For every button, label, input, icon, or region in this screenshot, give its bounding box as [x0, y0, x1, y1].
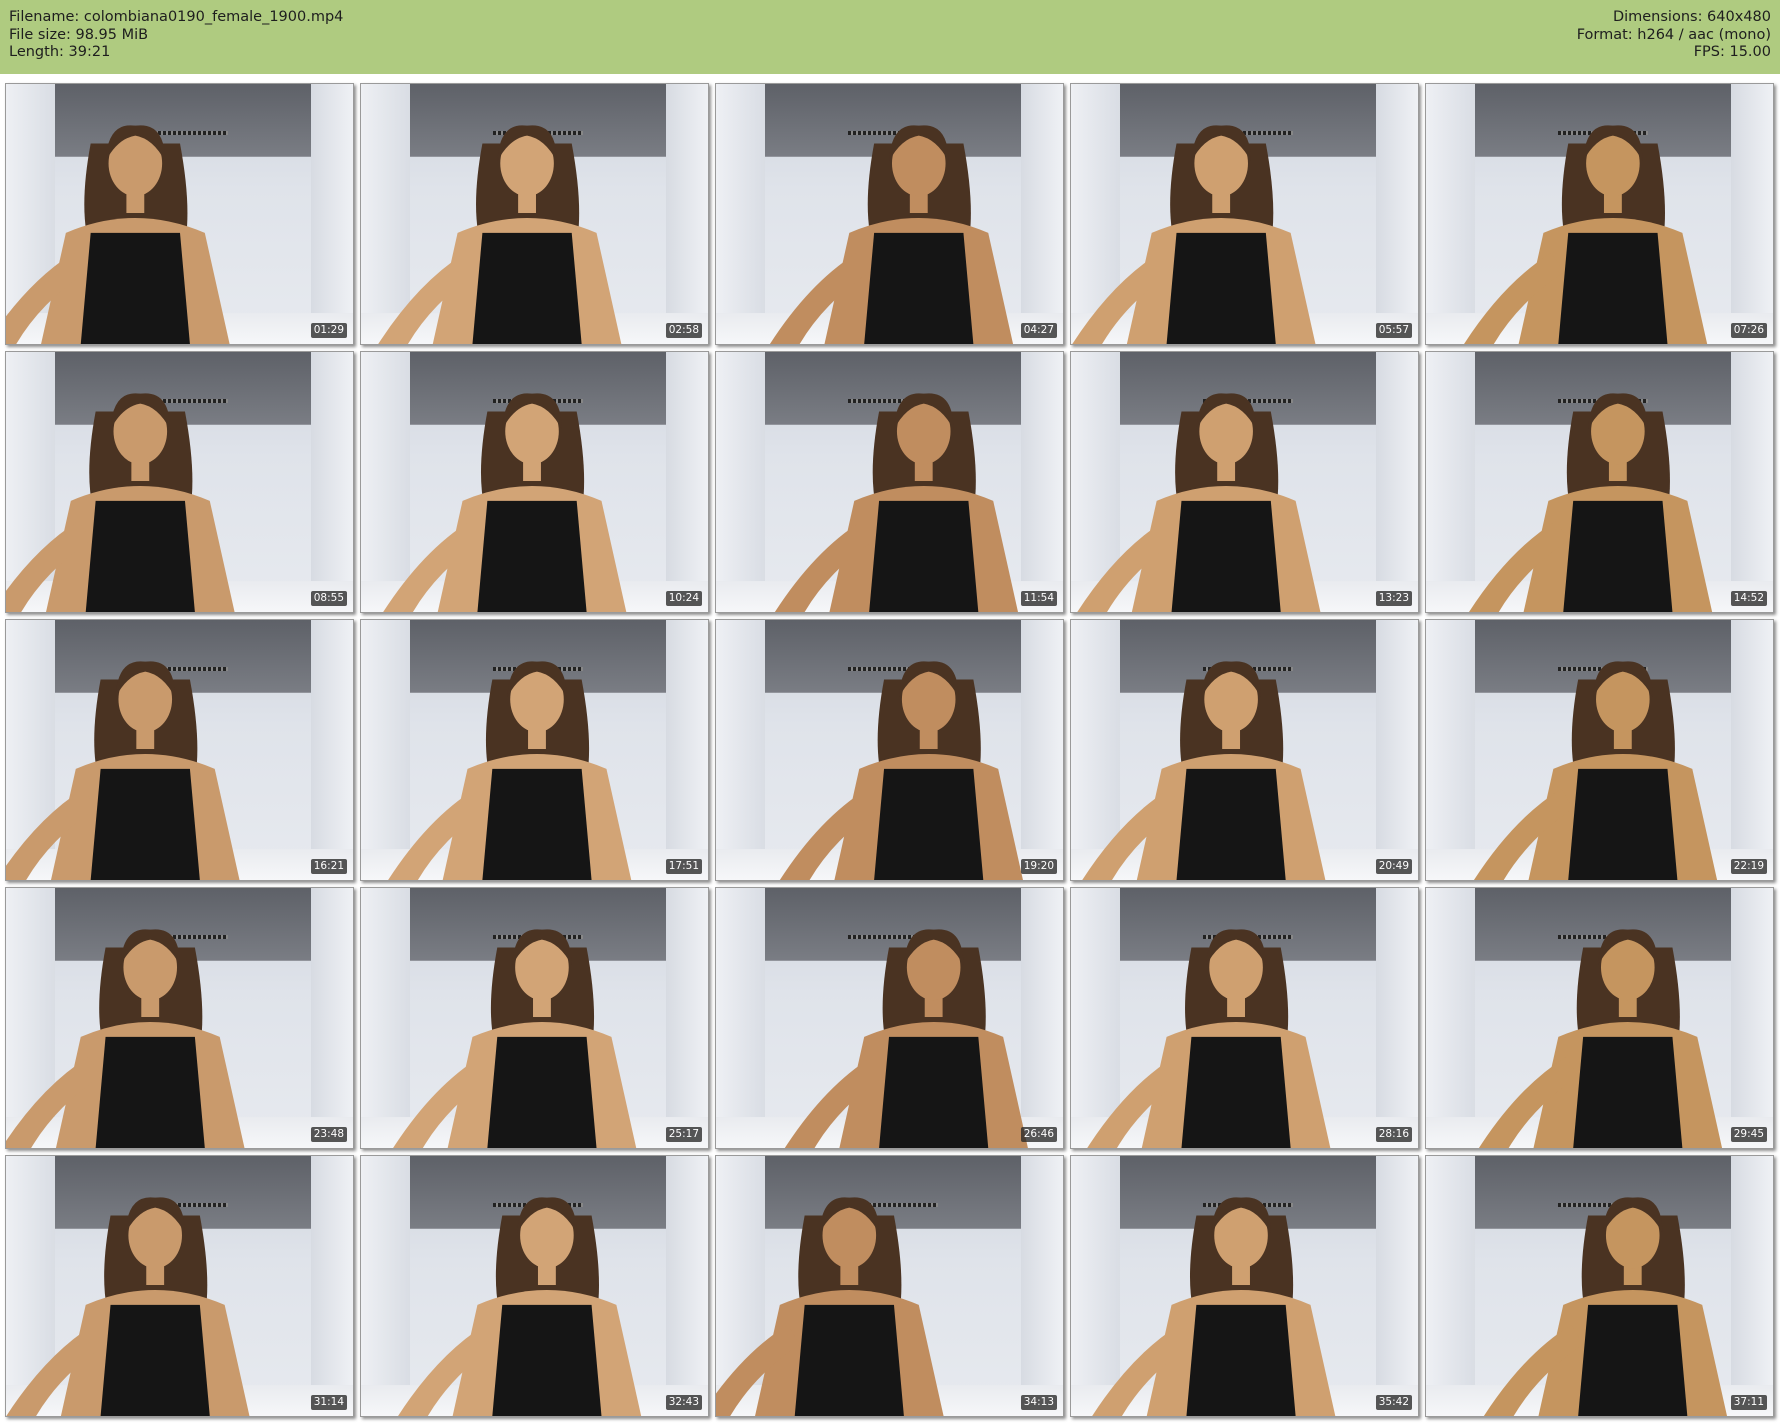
- timestamp-label: 07:26: [1730, 323, 1767, 338]
- thumbnail-frame: 31:14: [5, 1155, 354, 1417]
- thumbnail-frame: 11:54: [715, 351, 1064, 613]
- thumbnail-frame: 29:45: [1425, 887, 1774, 1149]
- figure-silhouette: [6, 125, 230, 344]
- metadata-header: Filename: colombiana0190_female_1900.mp4…: [0, 0, 1780, 74]
- figure-silhouette: [398, 1197, 642, 1416]
- thumbnail-frame: 19:20: [715, 619, 1064, 881]
- figure-silhouette: [388, 661, 632, 880]
- figure-silhouette: [6, 929, 245, 1148]
- figure-silhouette: [1072, 125, 1316, 344]
- thumbnail-frame: 17:51: [360, 619, 709, 881]
- thumbnail-frame: 22:19: [1425, 619, 1774, 881]
- figure-silhouette: [1464, 125, 1708, 344]
- thumbnail-frame: 26:46: [715, 887, 1064, 1149]
- metadata-left: Filename: colombiana0190_female_1900.mp4…: [9, 9, 343, 62]
- timestamp-label: 10:24: [665, 591, 702, 606]
- thumbnail-frame: 10:24: [360, 351, 709, 613]
- fps-text: FPS: 15.00: [1693, 44, 1771, 60]
- figure-silhouette: [393, 929, 637, 1148]
- figure-silhouette: [784, 929, 1028, 1148]
- figure-silhouette: [769, 125, 1014, 344]
- thumbnail-frame: 35:42: [1070, 1155, 1419, 1417]
- thumbnail-frame: 34:13: [715, 1155, 1064, 1417]
- thumbnail-frame: 01:29: [5, 83, 354, 345]
- thumbnail-frame: 04:27: [715, 83, 1064, 345]
- timestamp-label: 25:17: [665, 1127, 702, 1142]
- timestamp-label: 20:49: [1375, 859, 1412, 874]
- timestamp-label: 32:43: [665, 1395, 702, 1410]
- thumbnail-frame: 32:43: [360, 1155, 709, 1417]
- timestamp-label: 14:52: [1730, 591, 1767, 606]
- figure-silhouette: [1077, 393, 1321, 612]
- thumbnail-frame: 20:49: [1070, 619, 1419, 881]
- figure-silhouette: [6, 661, 240, 880]
- thumbnail-frame: 13:23: [1070, 351, 1419, 613]
- length-text: Length: 39:21: [9, 44, 111, 60]
- figure-silhouette: [6, 393, 235, 612]
- figure-silhouette: [1092, 1197, 1336, 1416]
- timestamp-label: 05:57: [1375, 323, 1412, 338]
- timestamp-label: 28:16: [1375, 1127, 1412, 1142]
- thumbnail-frame: 28:16: [1070, 887, 1419, 1149]
- filesize-text: File size: 98.95 MiB: [9, 26, 149, 43]
- timestamp-label: 34:13: [1020, 1395, 1057, 1410]
- figure-silhouette: [1478, 929, 1723, 1148]
- thumbnail-frame: 23:48: [5, 887, 354, 1149]
- figure-silhouette: [774, 393, 1019, 612]
- figure-silhouette: [1469, 393, 1713, 612]
- dimensions-text: Dimensions: 640x480: [1612, 9, 1771, 25]
- timestamp-label: 37:11: [1730, 1395, 1767, 1410]
- thumbnail-grid: 01:29 02:58 04:27 05:57 07:26 08:55 10:24 11:54…: [0, 74, 1780, 1423]
- thumbnail-frame: 05:57: [1070, 83, 1419, 345]
- timestamp-label: 35:42: [1375, 1395, 1412, 1410]
- figure-silhouette: [1087, 929, 1331, 1148]
- figure-silhouette: [6, 1197, 250, 1416]
- metadata-right: Dimensions: 640x480 Format: h264 / aac (…: [1577, 9, 1771, 62]
- figure-silhouette: [779, 661, 1023, 880]
- timestamp-label: 26:46: [1020, 1127, 1057, 1142]
- timestamp-label: 16:21: [310, 859, 347, 874]
- figure-silhouette: [1483, 1197, 1728, 1416]
- figure-silhouette: [378, 125, 622, 344]
- timestamp-label: 02:58: [665, 323, 702, 338]
- thumbnail-frame: 14:52: [1425, 351, 1774, 613]
- timestamp-label: 13:23: [1375, 591, 1412, 606]
- figure-silhouette: [1082, 661, 1326, 880]
- thumbnail-frame: 02:58: [360, 83, 709, 345]
- timestamp-label: 11:54: [1020, 591, 1057, 606]
- timestamp-label: 01:29: [310, 323, 347, 338]
- figure-silhouette: [383, 393, 627, 612]
- format-text: Format: h264 / aac (mono): [1576, 26, 1771, 43]
- timestamp-label: 23:48: [310, 1127, 347, 1142]
- timestamp-label: 08:55: [310, 591, 347, 606]
- timestamp-label: 19:20: [1020, 859, 1057, 874]
- timestamp-label: 17:51: [665, 859, 702, 874]
- thumbnail-frame: 08:55: [5, 351, 354, 613]
- timestamp-label: 31:14: [310, 1395, 347, 1410]
- thumbnail-frame: 37:11: [1425, 1155, 1774, 1417]
- thumbnail-frame: 16:21: [5, 619, 354, 881]
- filename-text: Filename: colombiana0190_female_1900.mp4: [9, 9, 344, 25]
- timestamp-label: 22:19: [1730, 859, 1767, 874]
- thumbnail-frame: 07:26: [1425, 83, 1774, 345]
- timestamp-label: 04:27: [1020, 323, 1057, 338]
- thumbnail-frame: 25:17: [360, 887, 709, 1149]
- timestamp-label: 29:45: [1730, 1127, 1767, 1142]
- figure-silhouette: [716, 1197, 944, 1416]
- figure-silhouette: [1473, 661, 1718, 880]
